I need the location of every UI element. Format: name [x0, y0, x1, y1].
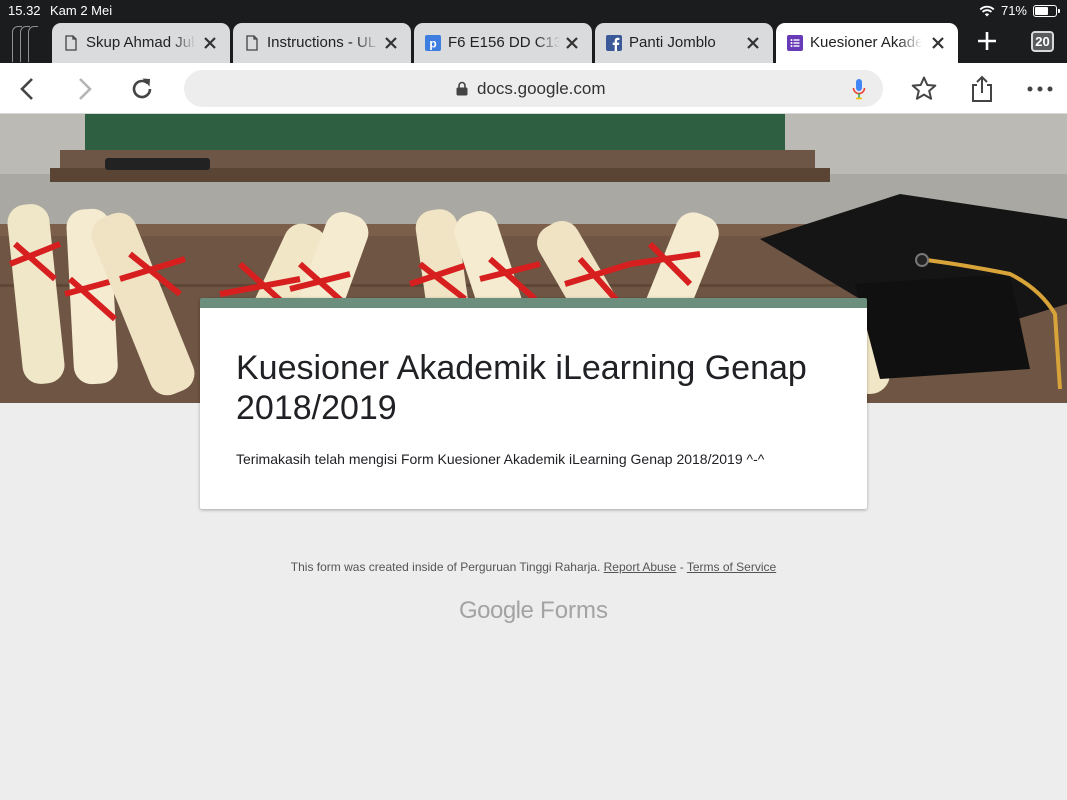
close-icon[interactable] — [930, 35, 946, 51]
document-icon — [246, 35, 258, 51]
facebook-icon — [606, 35, 622, 51]
tab-kuesioner-akademik[interactable]: Kuesioner Akademik — [776, 23, 958, 63]
form-confirmation-card: Kuesioner Akademik iLearning Genap 2018/… — [200, 298, 867, 509]
wifi-icon — [979, 5, 995, 16]
tab-title: F6 E156 DD C134 — [448, 34, 560, 51]
tab-f6-e156[interactable]: p F6 E156 DD C134 — [414, 23, 592, 63]
close-icon[interactable] — [564, 35, 580, 51]
url-text: docs.google.com — [477, 79, 606, 98]
status-bar: 15.32 Kam 2 Mei 71% — [0, 0, 1067, 22]
footer-separator: - — [679, 560, 684, 574]
microphone-icon[interactable] — [851, 78, 867, 100]
more-options-icon[interactable] — [1026, 75, 1054, 103]
browser-tab-strip: 15.32 Kam 2 Mei 71% Skup Ahmad Juli Inst… — [0, 0, 1067, 63]
google-forms-logo[interactable]: Google Forms — [0, 597, 1067, 625]
status-date: Kam 2 Mei — [50, 3, 113, 18]
tab-instructions[interactable]: Instructions - UL1 — [233, 23, 411, 63]
reload-icon[interactable] — [128, 75, 156, 103]
back-arrow-icon[interactable] — [14, 75, 42, 103]
report-abuse-link[interactable]: Report Abuse — [604, 560, 677, 574]
battery-icon — [1033, 4, 1060, 17]
tab-title: Instructions - UL1 — [267, 34, 379, 51]
close-icon[interactable] — [745, 35, 761, 51]
tab-skup-ahmad[interactable]: Skup Ahmad Juli — [52, 23, 230, 63]
bookmark-star-icon[interactable] — [910, 75, 938, 103]
tab-title: Kuesioner Akademik — [810, 34, 922, 51]
forms-wordmark: Forms — [540, 597, 609, 624]
form-title: Kuesioner Akademik iLearning Genap 2018/… — [236, 349, 807, 427]
tab-stack-edge — [28, 26, 38, 62]
footer-text: This form was created inside of Pergurua… — [290, 560, 601, 574]
new-tab-plus-icon[interactable] — [975, 29, 999, 53]
browser-toolbar: docs.google.com — [0, 63, 1067, 114]
close-icon[interactable] — [383, 35, 399, 51]
form-footer: This form was created inside of Pergurua… — [0, 560, 1067, 574]
p-app-icon: p — [425, 35, 441, 51]
share-icon[interactable] — [968, 75, 996, 103]
address-bar[interactable]: docs.google.com — [184, 70, 883, 107]
close-icon[interactable] — [202, 35, 218, 51]
tab-title: Panti Jomblo — [629, 34, 739, 51]
tab-title: Skup Ahmad Juli — [86, 34, 196, 51]
google-wordmark: Google — [458, 597, 534, 624]
forward-arrow-icon[interactable] — [70, 75, 98, 103]
document-icon — [65, 35, 77, 51]
status-time: 15.32 — [8, 3, 41, 18]
battery-percent: 71% — [1000, 3, 1027, 18]
confirmation-message: Terimakasih telah mengisi Form Kuesioner… — [236, 451, 765, 467]
tab-count-button[interactable]: 20 — [1031, 31, 1054, 52]
google-forms-icon — [787, 35, 803, 51]
tab-panti-jomblo[interactable]: Panti Jomblo — [595, 23, 773, 63]
lock-icon — [456, 81, 468, 96]
terms-of-service-link[interactable]: Terms of Service — [687, 560, 776, 574]
svg-text:p: p — [429, 37, 436, 51]
